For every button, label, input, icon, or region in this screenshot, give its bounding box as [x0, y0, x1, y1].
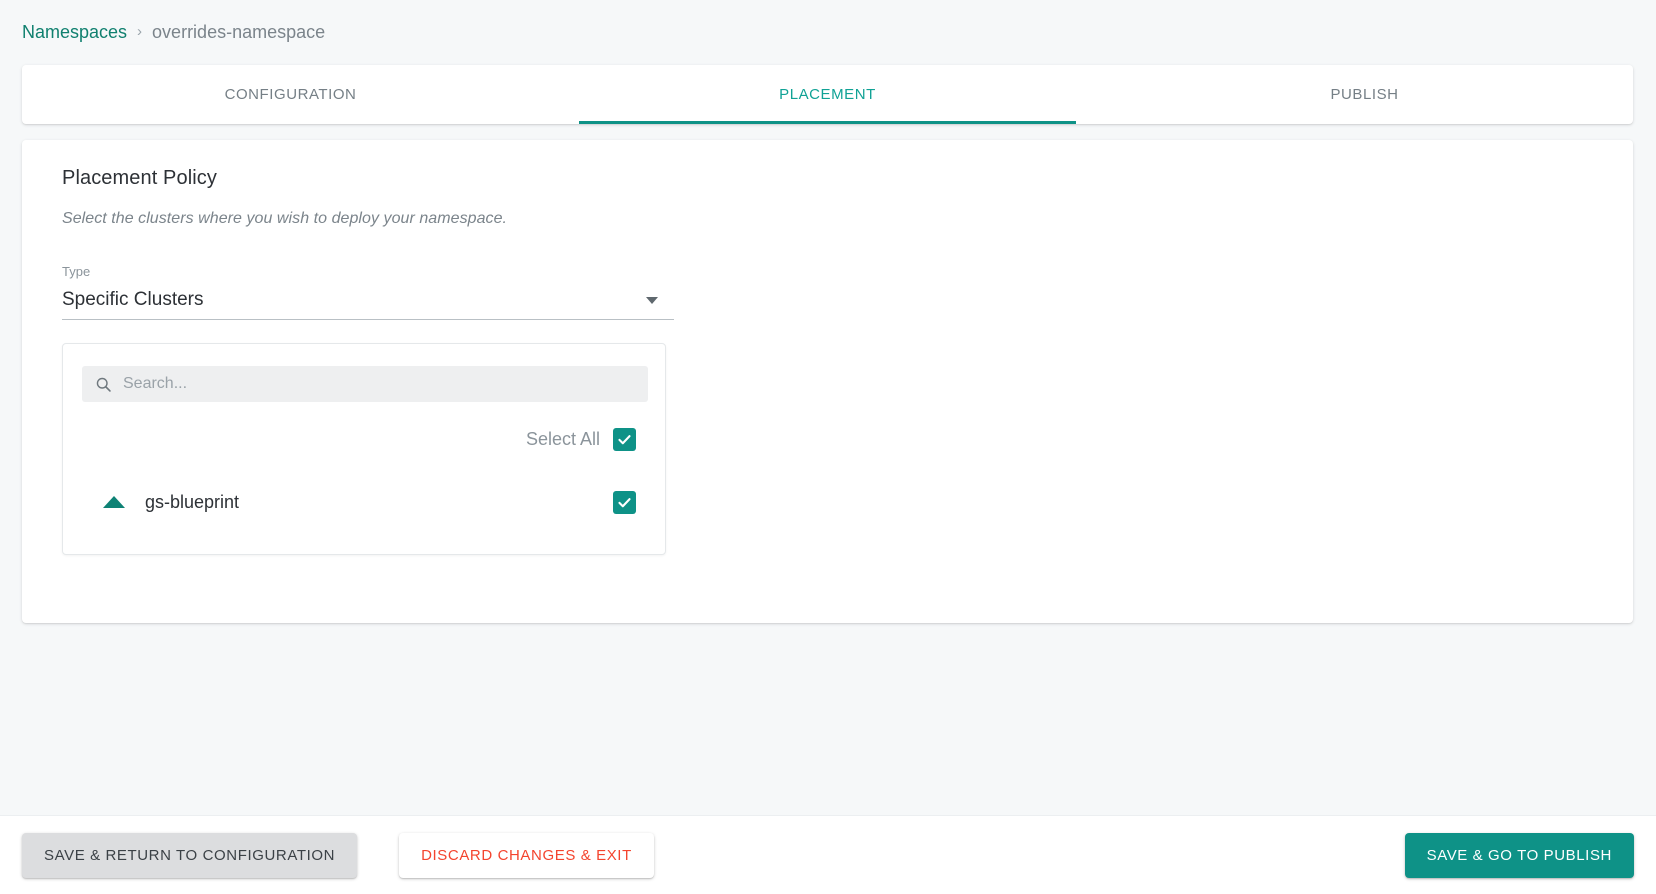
page-subtitle: Select the clusters where you wish to de…: [62, 210, 508, 227]
cluster-name-label: gs-blueprint: [145, 491, 240, 512]
tab-configuration-label: CONFIGURATION: [224, 86, 357, 103]
tab-placement-label: PLACEMENT: [779, 86, 876, 103]
tab-placement[interactable]: PLACEMENT: [559, 65, 1096, 124]
select-all-row[interactable]: Select All: [526, 428, 636, 451]
tab-active-indicator: [579, 121, 1076, 124]
footer-action-bar: SAVE & RETURN TO CONFIGURATION DISCARD C…: [0, 815, 1656, 894]
select-all-label: Select All: [525, 429, 600, 449]
breadcrumb: Namespaces › overrides-namespace: [22, 20, 325, 44]
type-select-value: Specific Clusters: [62, 289, 204, 310]
tab-configuration[interactable]: CONFIGURATION: [22, 65, 559, 124]
type-select[interactable]: Specific Clusters: [62, 287, 674, 320]
search-icon: [96, 377, 111, 392]
chevron-down-icon: [646, 297, 658, 304]
select-all-checkbox[interactable]: [613, 428, 636, 451]
discard-changes-button[interactable]: DISCARD CHANGES & EXIT: [399, 832, 654, 878]
save-and-go-to-publish-button[interactable]: SAVE & GO TO PUBLISH: [1404, 832, 1634, 878]
breadcrumb-link-namespaces[interactable]: Namespaces: [22, 20, 127, 44]
cluster-selection-panel: Select All gs-blueprint: [62, 343, 666, 555]
breadcrumb-current: overrides-namespace: [152, 22, 326, 42]
checkmark-icon: [618, 497, 631, 507]
tab-publish[interactable]: PUBLISH: [1096, 65, 1633, 124]
list-item[interactable]: gs-blueprint: [63, 482, 665, 522]
caret-up-icon[interactable]: [103, 496, 125, 508]
search-input[interactable]: [123, 375, 603, 393]
app-page: Namespaces › overrides-namespace CONFIGU…: [0, 0, 1656, 894]
checkmark-icon: [618, 435, 631, 445]
tab-bar: CONFIGURATION PLACEMENT PUBLISH: [22, 65, 1633, 124]
save-and-return-button[interactable]: SAVE & RETURN TO CONFIGURATION: [22, 832, 358, 878]
placement-policy-card: Placement Policy Select the clusters whe…: [22, 140, 1633, 623]
type-field: Type Specific Clusters: [62, 263, 674, 320]
page-title: Placement Policy: [62, 167, 217, 189]
breadcrumb-separator-icon: ›: [137, 23, 143, 40]
cluster-checkbox-gs-blueprint[interactable]: [613, 490, 636, 514]
tab-publish-label: PUBLISH: [1330, 86, 1399, 103]
type-field-label: Type: [62, 264, 91, 279]
search-box[interactable]: [82, 366, 648, 402]
